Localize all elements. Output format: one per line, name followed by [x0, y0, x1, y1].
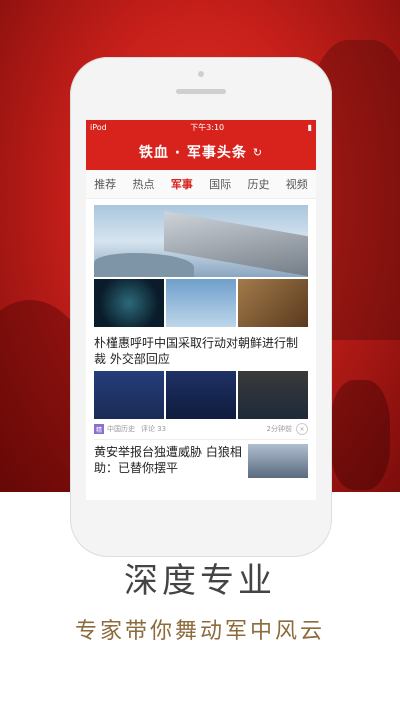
island-shape — [94, 253, 194, 277]
dismiss-icon[interactable]: × — [296, 423, 308, 435]
speaker-grille — [176, 89, 226, 94]
tab-hot[interactable]: 热点 — [132, 176, 154, 192]
tab-recommend[interactable]: 推荐 — [94, 176, 116, 192]
tab-military[interactable]: 军事 — [171, 176, 193, 192]
carrier-label: iPod — [90, 122, 107, 132]
thumbnail-jets[interactable] — [166, 279, 236, 327]
article-thumbnail — [248, 444, 308, 478]
article-time: 2分钟前 — [266, 425, 292, 433]
article-title[interactable]: 朴槿惠呼吁中国采取行动对朝鲜进行制裁 外交部回应 — [94, 335, 308, 367]
tab-video[interactable]: 视频 — [286, 176, 308, 192]
thumbnail-meeting[interactable] — [238, 371, 308, 419]
clock: 下午3:10 — [190, 122, 225, 132]
refresh-icon[interactable]: ↻ — [253, 146, 263, 159]
divider — [94, 439, 308, 440]
thumbnail-spokesperson[interactable] — [166, 371, 236, 419]
app-screen: iPod 下午3:10 ▮ 铁血 · 军事头条 ↻ 推荐 热点 军事 国际 历史… — [86, 120, 316, 500]
thumbnail-press-conference[interactable] — [94, 371, 164, 419]
thumbnail-vehicles[interactable] — [238, 279, 308, 327]
list-item[interactable]: 黄安举报台独遭威胁 白狼相助：已替你摆平 — [94, 444, 308, 478]
tab-history[interactable]: 历史 — [247, 176, 269, 192]
thumbnail-radar[interactable] — [94, 279, 164, 327]
category-tabs: 推荐 热点 军事 国际 历史 视频 — [86, 170, 316, 199]
status-bar: iPod 下午3:10 ▮ — [86, 120, 316, 134]
article-meta: 精 中国历史 评论 33 2分钟前 × — [94, 423, 308, 435]
feature-image[interactable] — [94, 205, 308, 277]
article-source: 中国历史 — [107, 425, 135, 433]
article-title: 黄安举报台独遭威胁 白狼相助：已替你摆平 — [94, 445, 242, 475]
soldier-silhouette — [330, 380, 390, 490]
camera-icon — [198, 71, 204, 77]
comment-count: 评论 33 — [141, 425, 167, 433]
phone-frame: iPod 下午3:10 ▮ 铁血 · 军事头条 ↻ 推荐 热点 军事 国际 历史… — [70, 57, 332, 557]
tagline-sub: 专家带你舞动军中风云 — [74, 619, 325, 644]
image-strip — [94, 371, 308, 419]
tab-international[interactable]: 国际 — [209, 176, 231, 192]
app-title: 铁血 · 军事头条 — [138, 145, 247, 161]
image-strip — [94, 279, 308, 327]
tagline-main: 深度专业 — [124, 561, 276, 601]
battery-icon: ▮ — [307, 122, 312, 132]
featured-badge: 精 — [94, 424, 104, 434]
app-header: 铁血 · 军事头条 ↻ — [86, 134, 316, 170]
